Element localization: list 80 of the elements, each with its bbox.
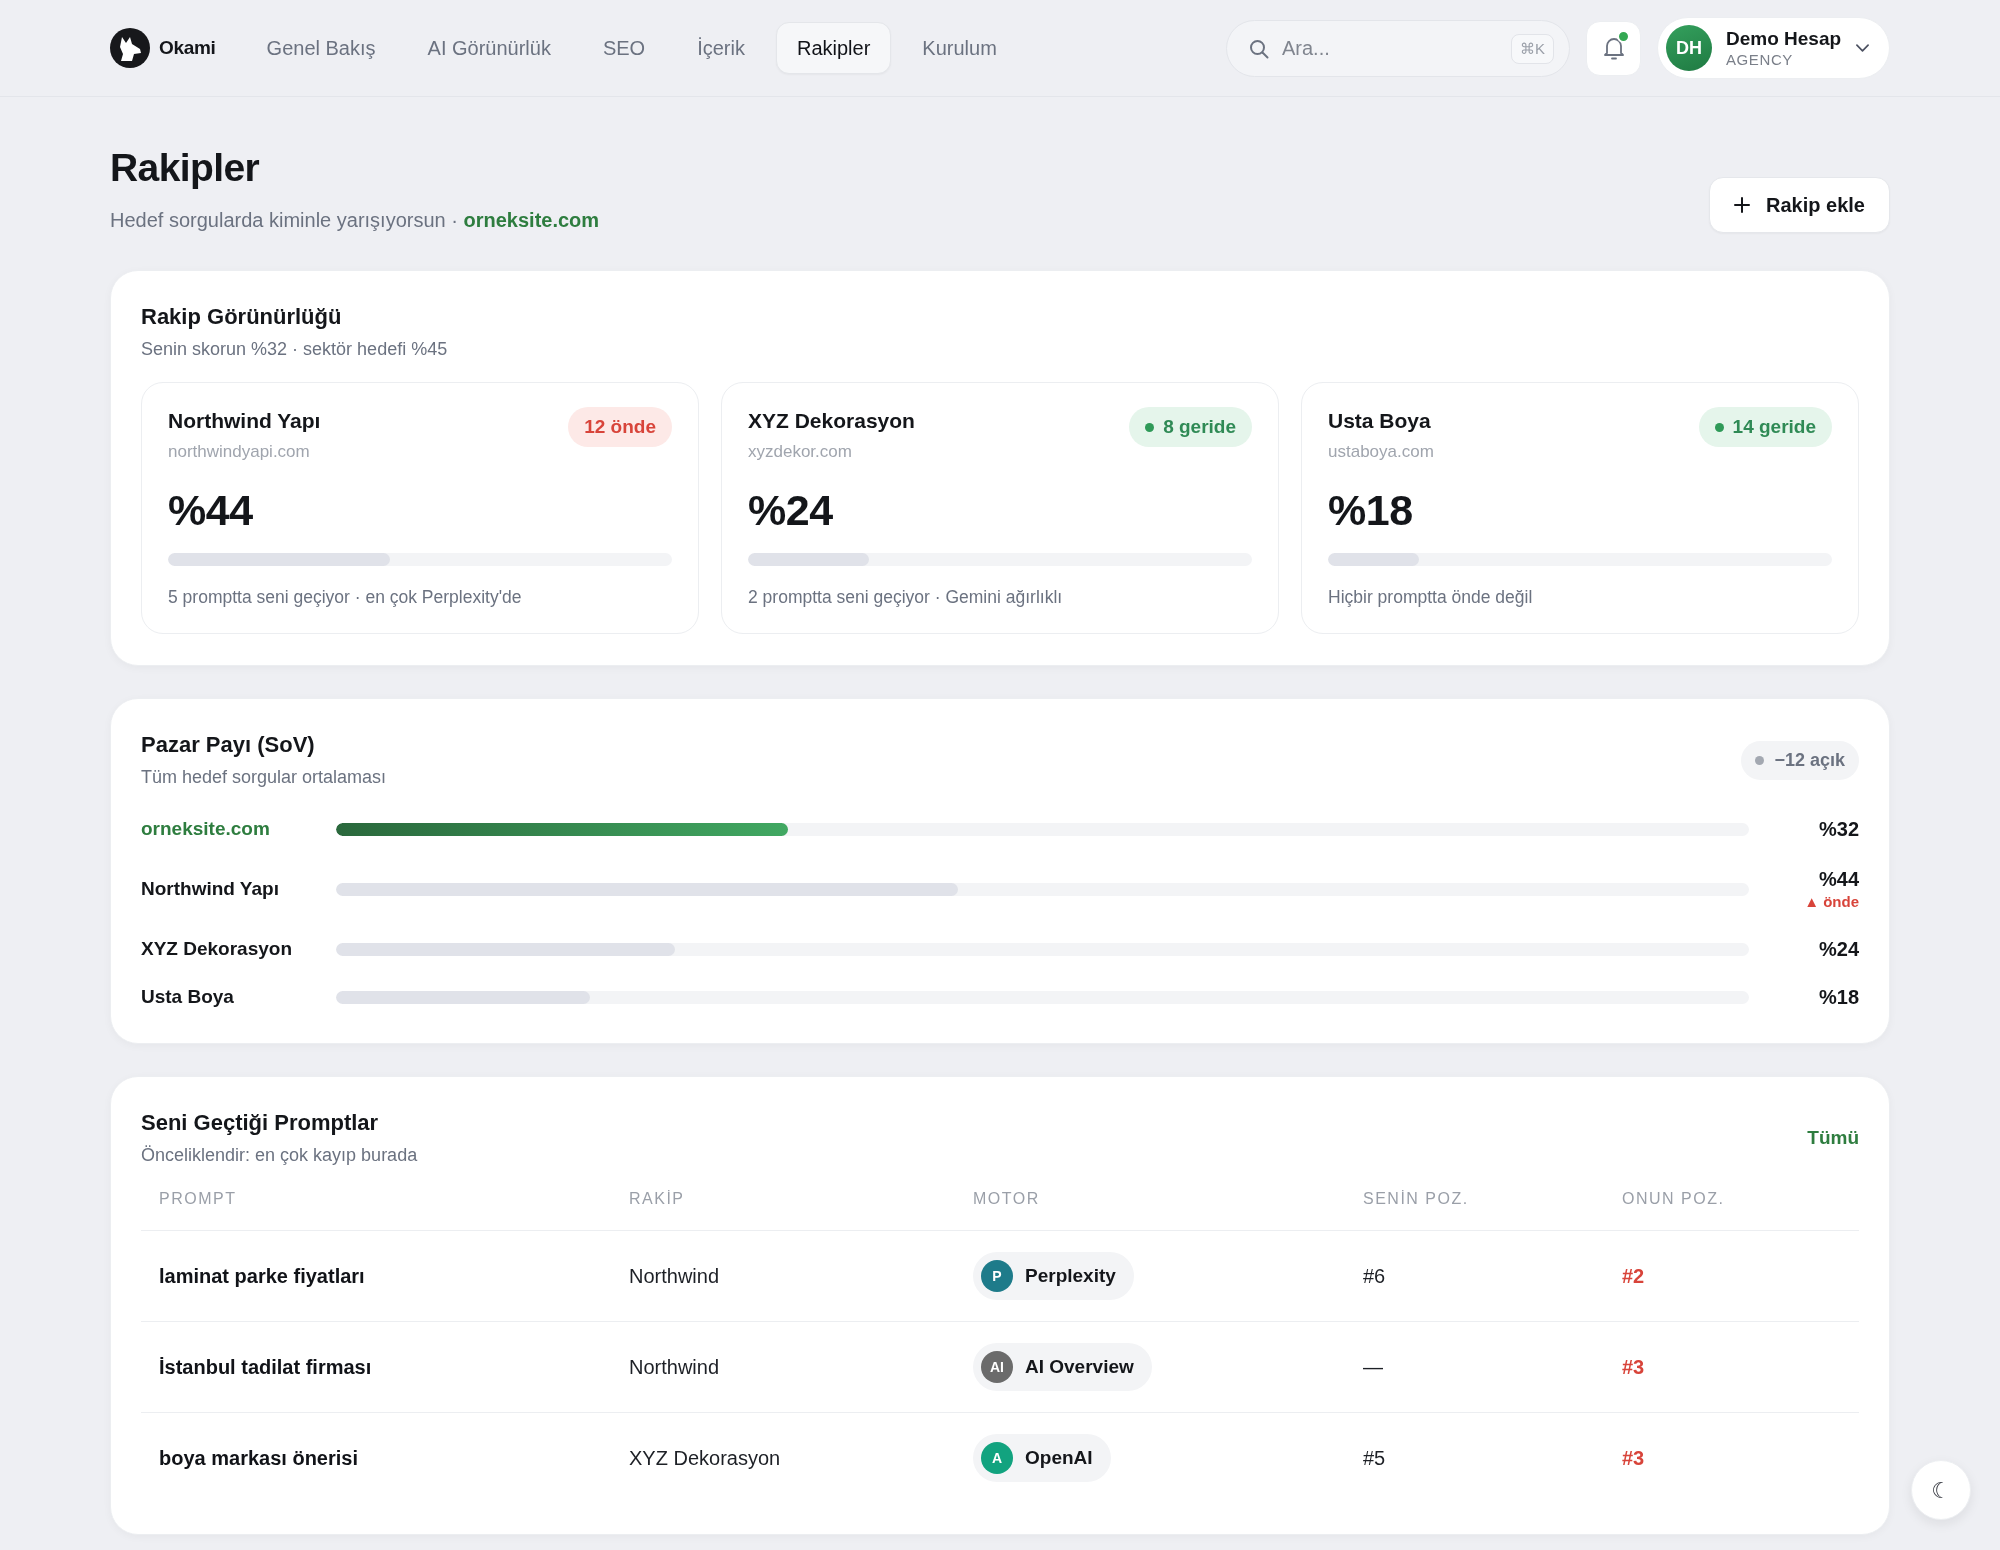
column-header: RAKİP xyxy=(628,1190,686,1208)
notifications-button[interactable] xyxy=(1586,20,1641,76)
status-dot-icon xyxy=(1714,422,1724,432)
engine-avatar: P xyxy=(981,1260,1013,1292)
your-position-cell-text: #5 xyxy=(1362,1446,1387,1470)
add-competitor-label: Rakip ekle xyxy=(1766,193,1865,217)
nav-tab[interactable]: İçerik xyxy=(676,22,766,74)
theme-toggle-button[interactable]: ☾ xyxy=(1911,1460,1971,1520)
share-value: %24 xyxy=(1818,937,1859,962)
visibility-score: %18 xyxy=(1328,485,1414,535)
page-subtitle: Hedef sorgularda kiminle yarışıyorsun · orneksite.com xyxy=(110,208,600,233)
card-subtitle: Önceliklendir: en çok kayıp burada xyxy=(141,1144,418,1167)
competitor-cell-text: Northwind xyxy=(628,1264,721,1288)
visibility-score: %24 xyxy=(748,485,834,535)
nav-tab[interactable]: AI Görünürlük xyxy=(406,22,572,74)
account-name: Demo Hesap xyxy=(1726,26,1842,50)
share-value: %32 xyxy=(1818,817,1859,842)
competitor-domain: ustaboya.com xyxy=(1328,441,1434,463)
view-all-link[interactable]: Tümü xyxy=(1807,1127,1859,1149)
rank-badge-label: 14 geride xyxy=(1732,416,1816,438)
account-menu[interactable]: DH Demo Hesap AGENCY xyxy=(1657,17,1890,79)
share-label: XYZ Dekorasyon xyxy=(141,938,293,960)
column-header: ONUN POZ. xyxy=(1621,1190,1726,1208)
engine-avatar: AI xyxy=(981,1351,1013,1383)
share-note: ▲ önde xyxy=(1804,892,1859,912)
your-position-cell-text: #6 xyxy=(1362,1264,1387,1288)
account-avatar: DH xyxy=(1666,25,1712,71)
brand-name: Okami xyxy=(159,37,216,59)
share-label: Northwind Yapı xyxy=(141,878,280,900)
column-header: PROMPT xyxy=(158,1190,238,1208)
share-value: %18 xyxy=(1818,985,1859,1010)
competitor-name: Northwind Yapı xyxy=(168,408,321,434)
column-header: SENİN POZ. xyxy=(1362,1190,1470,1208)
nav-tab[interactable]: Kurulum xyxy=(901,22,1018,74)
nav-tab[interactable]: SEO xyxy=(581,22,667,74)
prompt-cell-text: İstanbul tadilat firması xyxy=(158,1355,373,1379)
competitor-name: XYZ Dekorasyon xyxy=(748,408,915,434)
engine-name: Perplexity xyxy=(1025,1265,1116,1287)
add-competitor-button[interactable]: Rakip ekle xyxy=(1709,177,1890,233)
status-dot-icon xyxy=(1145,422,1155,432)
gap-badge-label: −12 açık xyxy=(1774,749,1845,771)
engine-avatar: A xyxy=(981,1442,1013,1474)
competitor-note: Hiçbir promptta önde değil xyxy=(1328,586,1534,609)
card-title: Seni Geçtiği Promptlar xyxy=(141,1109,380,1137)
card-title: Pazar Payı (SoV) xyxy=(141,731,316,759)
their-position-cell-text: #2 xyxy=(1621,1264,1646,1288)
wolf-logo-icon[interactable] xyxy=(110,28,150,68)
prompt-cell-text: boya markası önerisi xyxy=(158,1446,359,1470)
competitor-note: 2 promptta seni geçiyor · Gemini ağırlıklı xyxy=(748,586,1064,609)
nav-tab[interactable]: Rakipler xyxy=(776,22,892,74)
competitor-cell-text: Northwind xyxy=(628,1355,721,1379)
account-plan: AGENCY xyxy=(1726,49,1794,70)
rank-badge-label: 8 geride xyxy=(1163,416,1236,438)
engine-name: AI Overview xyxy=(1025,1356,1134,1378)
share-value: %44 xyxy=(1818,867,1859,892)
card-subtitle: Tüm hedef sorgular ortalaması xyxy=(141,766,387,789)
chevron-down-icon xyxy=(1856,44,1869,52)
visibility-score: %44 xyxy=(168,485,254,535)
your-position-cell-text: — xyxy=(1362,1355,1384,1379)
prompt-cell-text: laminat parke fiyatları xyxy=(158,1264,366,1288)
status-dot-icon xyxy=(1755,755,1765,765)
plus-icon xyxy=(1734,197,1751,213)
their-position-cell-text: #3 xyxy=(1621,1355,1646,1379)
competitor-domain: xyzdekor.com xyxy=(748,441,853,463)
search-icon xyxy=(1249,38,1269,59)
card-title: Rakip Görünürlüğü xyxy=(141,303,343,331)
bell-icon xyxy=(1601,35,1626,61)
competitor-name: Usta Boya xyxy=(1328,408,1432,434)
engine-name: OpenAI xyxy=(1025,1447,1093,1469)
competitor-cell-text: XYZ Dekorasyon xyxy=(628,1446,782,1470)
competitor-domain: northwindyapi.com xyxy=(168,441,311,463)
column-header: MOTOR xyxy=(972,1190,1041,1208)
card-subtitle: Senin skorun %32 · sektör hedefi %45 xyxy=(141,338,449,361)
competitor-note: 5 promptta seni geçiyor · en çok Perplexity'de xyxy=(168,586,523,609)
rank-badge-label: 12 önde xyxy=(584,416,656,438)
share-label: Usta Boya xyxy=(141,986,235,1008)
their-position-cell-text: #3 xyxy=(1621,1446,1646,1470)
share-label: orneksite.com xyxy=(141,818,271,840)
nav-tab[interactable]: Genel Bakış xyxy=(245,22,397,74)
page-title: Rakipler xyxy=(110,145,261,191)
